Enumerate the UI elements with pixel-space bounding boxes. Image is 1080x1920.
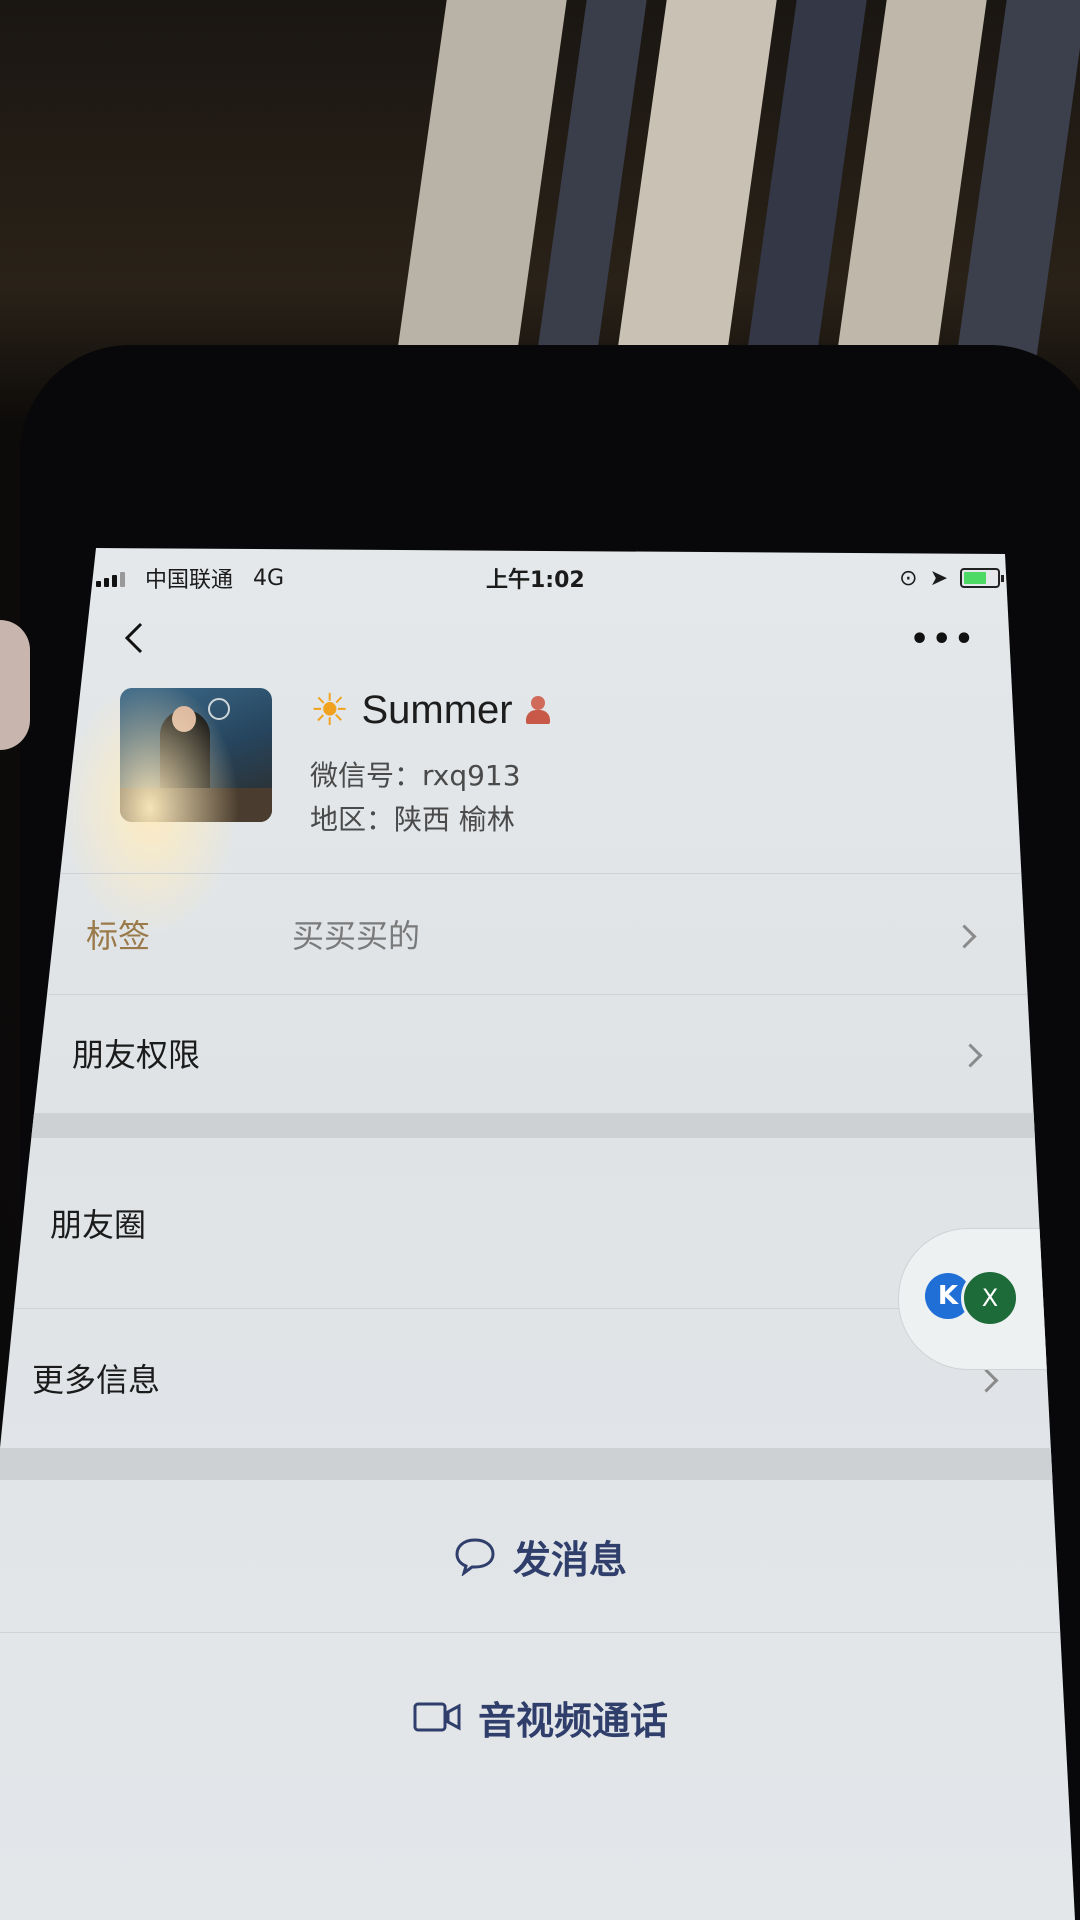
battery-icon [960,568,1004,588]
female-icon [525,695,551,726]
region: 地区：陕西 榆林 [310,803,515,836]
profile-header: ☀ Summer 微信号：rxq913 地区：陕西 榆林 [120,688,1020,838]
battery-fill [964,572,987,584]
status-time: 上午1:02 [486,568,585,593]
avatar[interactable] [120,688,272,822]
video-camera-icon [413,1702,461,1732]
tags-value: 买买买的 [292,917,421,955]
name-row: ☀ Summer [310,688,551,733]
sun-icon: ☀ [310,684,350,736]
chevron-right-icon [958,1043,983,1068]
network-label: 4G [253,565,285,591]
location-icon: ➤ [929,565,948,591]
more-info-label: 更多信息 [32,1361,161,1399]
tags-row[interactable]: 标签 买买买的 [0,873,1075,995]
back-button[interactable] [115,618,155,658]
video-call-label: 音视频通话 [477,1698,668,1743]
profile-name: Summer [361,688,513,732]
wechat-id: 微信号：rxq913 [310,759,521,792]
chevron-left-icon [124,622,143,654]
avatar-bench [120,788,272,822]
avatar-face [172,706,196,732]
avatar-moon [208,698,230,720]
send-message-label: 发消息 [512,1537,627,1582]
status-bar: 中国联通 4G 上午1:02 ⊙ ➤ [96,556,1004,600]
friend-permissions-row[interactable]: 朋友权限 [0,993,1075,1114]
nav-bar: ••• [0,600,1075,680]
friend-permissions-label: 朋友权限 [72,1036,201,1074]
moments-label: 朋友圈 [50,1206,147,1244]
finger [0,620,30,750]
rotation-lock-icon: ⊙ [899,565,918,591]
tags-label: 标签 [86,917,151,955]
section-divider [0,1114,1075,1138]
carrier-label: 中国联通 [145,568,234,593]
video-call-button[interactable]: 音视频通话 [0,1632,1075,1802]
phone-screen: 中国联通 4G 上午1:02 ⊙ ➤ ••• ☀ Summer 微信号：rxq9… [0,548,1075,1920]
send-message-button[interactable]: 发消息 [0,1480,1075,1633]
app-x-icon: X [961,1269,1019,1327]
more-button[interactable]: ••• [910,622,977,657]
section-divider [0,1448,1075,1480]
chat-bubble-icon [455,1538,495,1576]
signal-icon [96,569,125,587]
chevron-right-icon [974,1368,999,1393]
chevron-right-icon [952,924,977,949]
